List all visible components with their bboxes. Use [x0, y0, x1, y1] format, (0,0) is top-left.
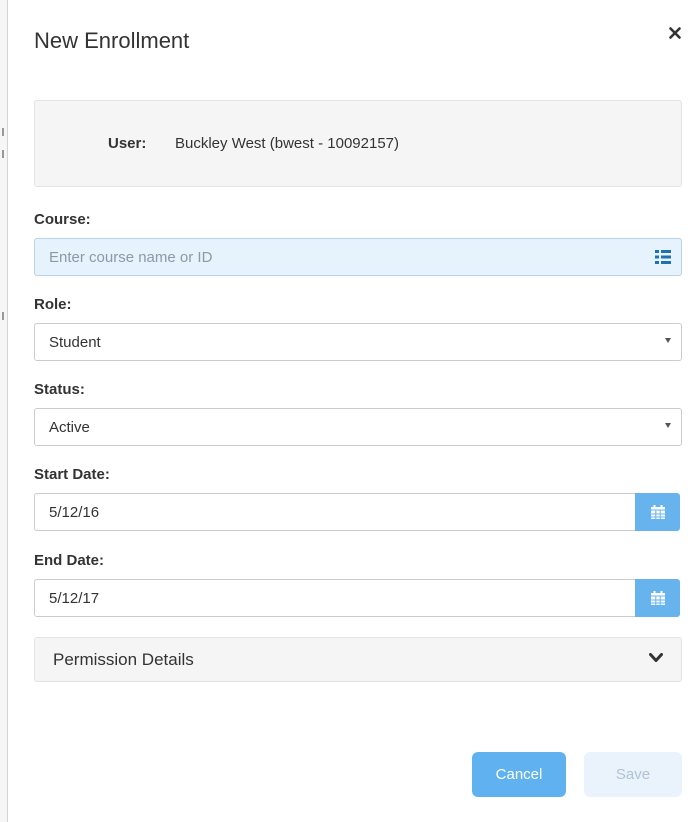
start-date-calendar-button[interactable]: [635, 493, 680, 531]
calendar-icon: [650, 591, 665, 605]
course-input-placeholder: Enter course name or ID: [49, 248, 213, 266]
end-date-value: 5/12/17: [49, 589, 100, 607]
save-button[interactable]: Save: [584, 752, 682, 797]
background-mark: [2, 312, 4, 320]
role-selected-value: Student: [49, 333, 101, 351]
status-label: Status:: [34, 381, 85, 398]
start-date-value: 5/12/16: [49, 503, 100, 521]
start-date-input[interactable]: 5/12/16: [34, 493, 636, 531]
permission-details-toggle[interactable]: Permission Details: [34, 637, 682, 682]
background-mark: [2, 150, 4, 158]
course-label: Course:: [34, 211, 91, 228]
role-label: Role:: [34, 296, 72, 313]
status-selected-value: Active: [49, 418, 90, 436]
background-mark: [2, 128, 4, 136]
modal-title: New Enrollment: [34, 28, 190, 53]
permission-details-label: Permission Details: [53, 650, 194, 669]
cancel-button[interactable]: Cancel: [472, 752, 566, 797]
role-select[interactable]: Student: [34, 323, 682, 361]
start-date-label: Start Date:: [34, 466, 110, 483]
close-icon: [669, 27, 681, 39]
user-label: User:: [108, 135, 147, 152]
list-icon[interactable]: [655, 250, 671, 264]
close-button[interactable]: [666, 24, 684, 42]
user-info-panel: User: Buckley West (bwest - 10092157): [34, 100, 682, 187]
caret-down-icon: [665, 423, 671, 428]
status-select[interactable]: Active: [34, 408, 682, 446]
course-input[interactable]: Enter course name or ID: [34, 238, 682, 276]
end-date-input[interactable]: 5/12/17: [34, 579, 636, 617]
background-page-edge: [0, 0, 8, 822]
calendar-icon: [650, 505, 665, 519]
caret-down-icon: [665, 338, 671, 343]
end-date-label: End Date:: [34, 552, 105, 569]
user-value: Buckley West (bwest - 10092157): [175, 135, 399, 152]
end-date-calendar-button[interactable]: [635, 579, 680, 617]
chevron-down-icon: [649, 653, 663, 662]
new-enrollment-modal: New Enrollment User: Buckley West (bwest…: [9, 6, 696, 822]
